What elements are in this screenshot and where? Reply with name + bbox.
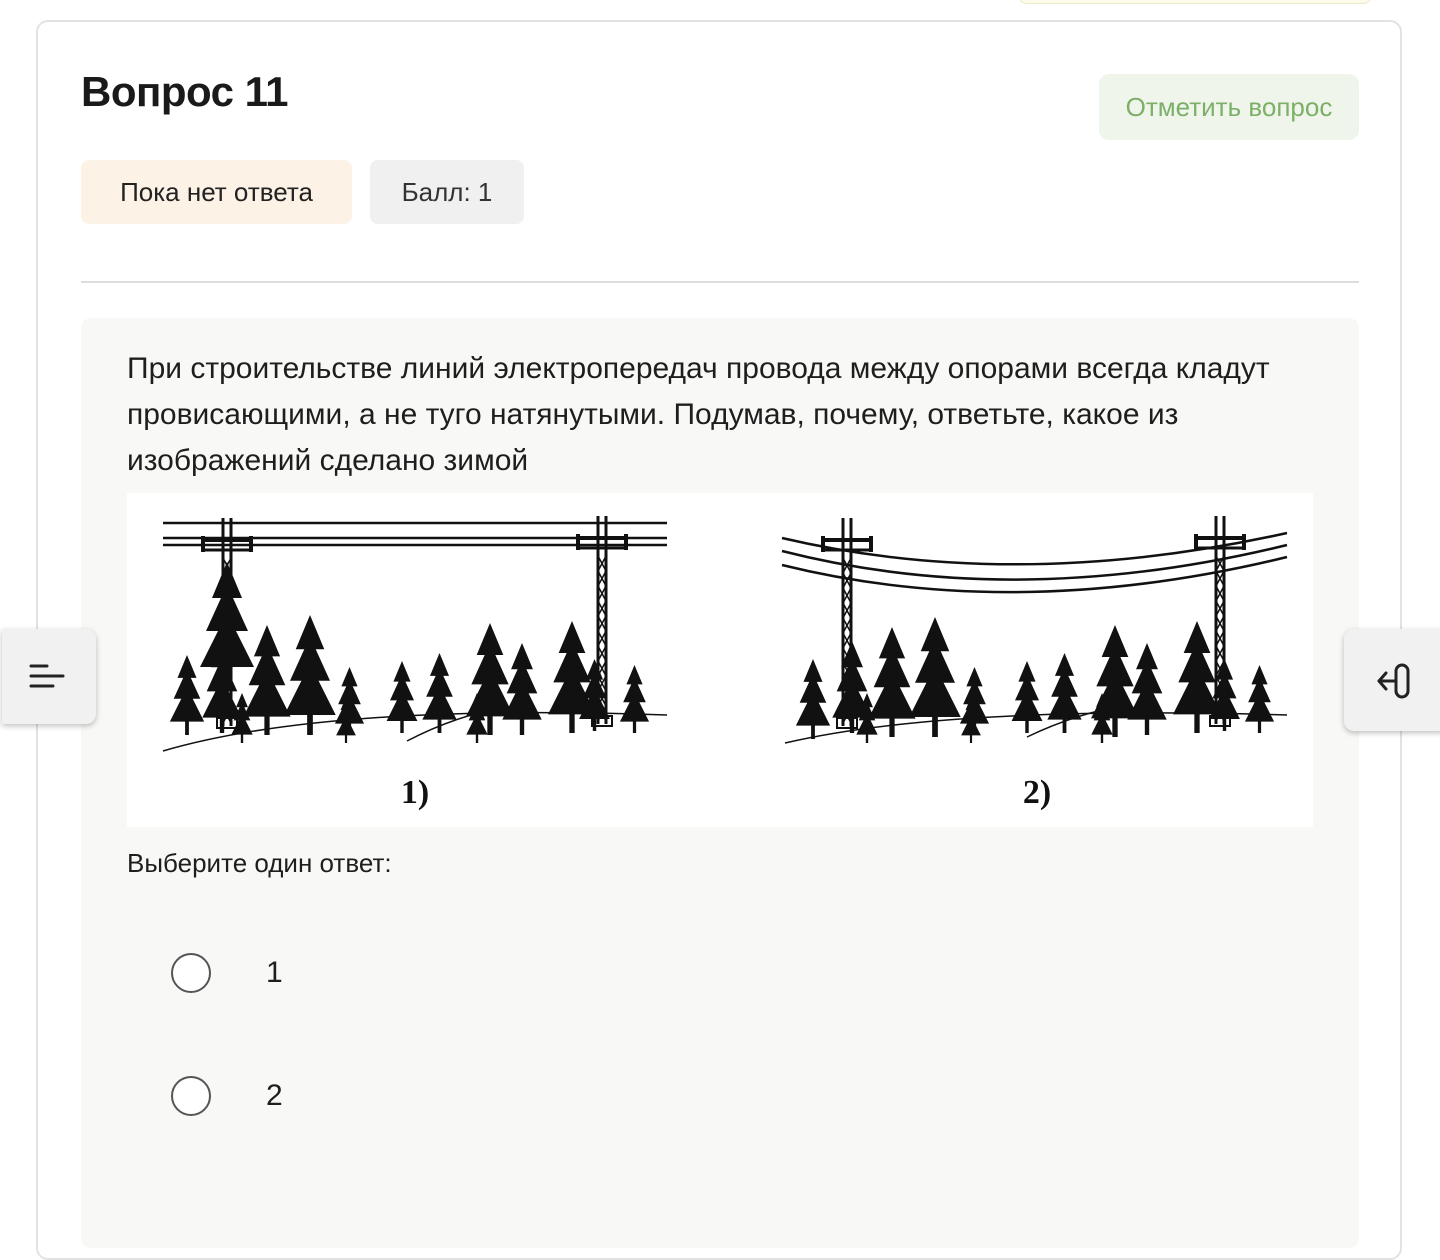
figure-caption-2: 2) xyxy=(1023,774,1051,811)
flag-question-button[interactable]: Отметить вопрос xyxy=(1099,74,1359,140)
radio-button-option-1[interactable] xyxy=(171,953,211,993)
top-banner-edge xyxy=(1018,0,1372,4)
answer-option-label-2: 2 xyxy=(266,1079,283,1112)
question-text: При строительстве линий электропередач п… xyxy=(127,352,1270,477)
radio-button-option-2[interactable] xyxy=(171,1076,211,1116)
status-badge: Пока нет ответа xyxy=(81,160,352,224)
block-drawer-toggle[interactable] xyxy=(1344,629,1440,731)
power-lines-figure: 1) 2) xyxy=(127,493,1313,827)
scene-2-sagging-wires: 2) xyxy=(781,516,1288,811)
answer-prompt: Выберите один ответ: xyxy=(127,848,392,878)
answer-option-label-1: 1 xyxy=(266,956,283,989)
course-index-icon xyxy=(29,664,65,688)
divider xyxy=(81,281,1359,283)
scene-1-taut-wires: 1) xyxy=(162,493,668,811)
block-drawer-icon xyxy=(1377,663,1410,699)
course-index-drawer-toggle[interactable] xyxy=(2,629,96,724)
answer-option-2[interactable]: 2 xyxy=(160,1061,660,1131)
score-badge: Балл: 1 xyxy=(370,160,524,224)
figure-caption-1: 1) xyxy=(401,774,429,811)
question-title: Вопрос 11 xyxy=(81,68,289,115)
answer-option-1[interactable]: 1 xyxy=(160,938,660,1008)
